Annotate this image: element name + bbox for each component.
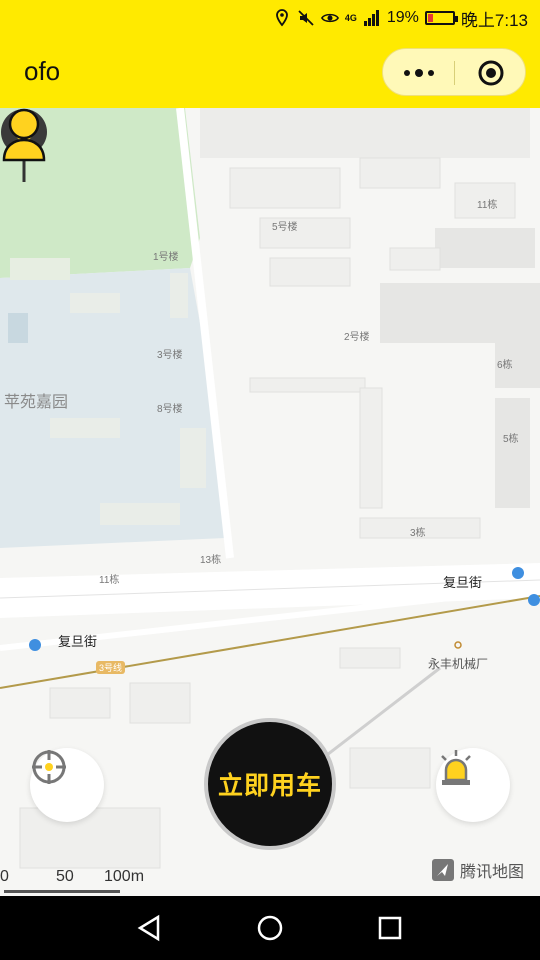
network-label: 4G: [344, 13, 357, 23]
mini-program-header: ofo: [0, 36, 540, 108]
tencent-map-icon: [432, 859, 454, 881]
eye-icon: [320, 13, 339, 23]
map-label-metro-line: 3号线: [96, 661, 126, 674]
back-triangle-icon[interactable]: [134, 912, 166, 944]
system-navigation-bar: [0, 896, 540, 960]
app-title: ofo: [24, 56, 61, 86]
battery-level-fill: [427, 14, 433, 22]
map-label-street-left: 复旦街: [58, 634, 98, 649]
clock: 晚上7:13: [460, 10, 528, 30]
close-circle-icon[interactable]: [455, 49, 526, 97]
map-label-bldg-2: 2号楼: [344, 332, 370, 343]
map-view[interactable]: 苹苑嘉园 1号楼 3号楼 8号楼 5号楼 2号楼 11栋 6栋 5栋 3栋 13…: [0, 108, 540, 896]
map-scale: 0 50 100m: [0, 868, 160, 896]
map-label-community: 苹苑嘉园: [4, 394, 69, 411]
map-provider-logo: 腾讯地图: [432, 858, 524, 882]
locate-button[interactable]: [30, 748, 104, 822]
map-label-bldg-13: 13栋: [200, 555, 222, 566]
scale-bar: [4, 890, 120, 893]
scale-tick-50: 50: [56, 868, 74, 885]
alarm-light-icon: [441, 750, 471, 785]
battery-percent: 19%: [386, 9, 419, 26]
ride-now-label: 立即用车: [217, 772, 322, 800]
status-icons: 4G 19% 晚上7:13: [273, 6, 528, 30]
battery-icon: [424, 11, 458, 25]
map-label-bldg-1: 1号楼: [153, 252, 179, 263]
map-label-street-right: 复旦街: [443, 575, 483, 590]
status-bar: 4G 19% 晚上7:13: [0, 0, 540, 36]
home-circle-icon[interactable]: [254, 912, 286, 944]
map-label-bldg-5: 5号楼: [272, 222, 298, 233]
user-icon[interactable]: [0, 108, 48, 162]
alarm-button[interactable]: [436, 748, 510, 822]
map-provider-text: 腾讯地图: [460, 864, 525, 881]
map-label-bldg-5d: 5栋: [503, 434, 519, 445]
capsule-menu: [382, 48, 526, 96]
ride-now-button[interactable]: 立即用车: [204, 718, 336, 850]
locate-target-icon: [32, 750, 66, 784]
scale-tick-0: 0: [0, 868, 9, 885]
more-dots-icon[interactable]: [383, 49, 454, 97]
recents-square-icon[interactable]: [374, 912, 406, 944]
map-label-bldg-6: 6栋: [497, 360, 513, 371]
location-icon: [275, 9, 288, 27]
map-label-bldg-3d: 3栋: [410, 528, 426, 539]
map-label-bldg-8: 8号楼: [157, 404, 183, 415]
mute-icon: [298, 10, 314, 26]
map-label-bldg-11-mid: 11栋: [99, 575, 120, 586]
map-label-bldg-11-top: 11栋: [477, 200, 498, 211]
map-label-poi: 永丰机械厂: [428, 657, 489, 671]
signal-icon: [363, 10, 379, 26]
map-label-bldg-3: 3号楼: [157, 350, 183, 361]
scale-tick-100: 100m: [104, 868, 145, 885]
